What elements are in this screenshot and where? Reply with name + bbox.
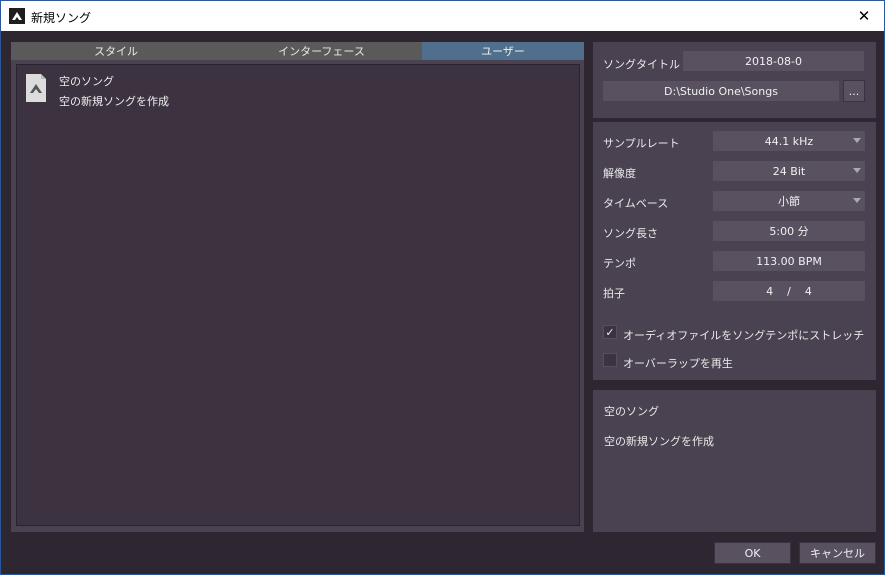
- close-button[interactable]: ✕: [844, 1, 884, 31]
- sample-rate-value: 44.1 kHz: [764, 134, 814, 148]
- browse-button[interactable]: ...: [843, 80, 865, 102]
- template-list: 空のソング 空の新規ソングを作成: [16, 64, 580, 526]
- song-template-icon: [25, 73, 47, 103]
- signature-denominator[interactable]: 4: [805, 285, 812, 298]
- song-length-label: ソング長さ: [603, 227, 658, 240]
- template-tabs: スタイル インターフェース ユーザー: [11, 42, 584, 60]
- time-signature-label: 拍子: [603, 287, 625, 300]
- song-info-panel: ソングタイトル 2018-08-0 D:\Studio One\Songs ..…: [593, 42, 876, 118]
- song-path-input[interactable]: D:\Studio One\Songs: [603, 81, 839, 101]
- overlap-label: オーバーラップを再生: [623, 357, 733, 370]
- template-name: 空のソング: [59, 75, 114, 88]
- tempo-label: テンポ: [603, 257, 636, 270]
- resolution-select[interactable]: 24 Bit: [713, 161, 865, 181]
- window-title: 新規ソング: [31, 11, 92, 25]
- template-browser: スタイル インターフェース ユーザー 空のソング 空の新規ソングを作成: [11, 42, 584, 532]
- chevron-down-icon: [853, 138, 861, 143]
- chevron-down-icon: [853, 198, 861, 203]
- song-title-input[interactable]: 2018-08-0: [683, 51, 864, 71]
- ok-button[interactable]: OK: [714, 542, 791, 564]
- tempo-input[interactable]: 113.00 BPM: [713, 251, 865, 271]
- song-length-input[interactable]: 5:00 分: [713, 221, 865, 241]
- cancel-button[interactable]: キャンセル: [799, 542, 876, 564]
- sample-rate-select[interactable]: 44.1 kHz: [713, 131, 865, 151]
- timebase-value: 小節: [778, 195, 800, 208]
- stretch-checkbox[interactable]: ✓: [603, 325, 617, 339]
- check-icon: ✓: [605, 325, 615, 339]
- new-song-dialog: 新規ソング ✕ スタイル インターフェース ユーザー 空のソング 空の新規ソング…: [0, 0, 885, 575]
- description-text: 空の新規ソングを作成: [604, 435, 714, 448]
- tab-interface[interactable]: インターフェース: [221, 42, 422, 60]
- title-bar: 新規ソング ✕: [1, 1, 884, 31]
- chevron-down-icon: [853, 168, 861, 173]
- list-item[interactable]: 空のソング 空の新規ソングを作成: [25, 71, 325, 108]
- overlap-checkbox[interactable]: [603, 353, 617, 367]
- description-title: 空のソング: [604, 405, 659, 418]
- settings-panel: サンプルレート 44.1 kHz 解像度 24 Bit タイムベース 小節 ソン…: [593, 122, 876, 380]
- signature-separator: /: [787, 284, 791, 298]
- timebase-label: タイムベース: [603, 197, 669, 210]
- song-title-label: ソングタイトル: [603, 58, 680, 71]
- tab-user[interactable]: ユーザー: [422, 42, 584, 60]
- time-signature-input[interactable]: 4 / 4: [713, 281, 865, 301]
- resolution-label: 解像度: [603, 167, 636, 180]
- description-panel: 空のソング 空の新規ソングを作成: [593, 390, 876, 532]
- close-icon: ✕: [857, 7, 871, 25]
- template-description: 空の新規ソングを作成: [59, 95, 169, 108]
- stretch-label: オーディオファイルをソングテンポにストレッチ: [623, 329, 865, 342]
- sample-rate-label: サンプルレート: [603, 137, 680, 150]
- tab-style[interactable]: スタイル: [11, 42, 221, 60]
- signature-numerator[interactable]: 4: [766, 285, 773, 298]
- studio-one-icon: [9, 8, 25, 24]
- resolution-value: 24 Bit: [772, 164, 806, 178]
- timebase-select[interactable]: 小節: [713, 191, 865, 211]
